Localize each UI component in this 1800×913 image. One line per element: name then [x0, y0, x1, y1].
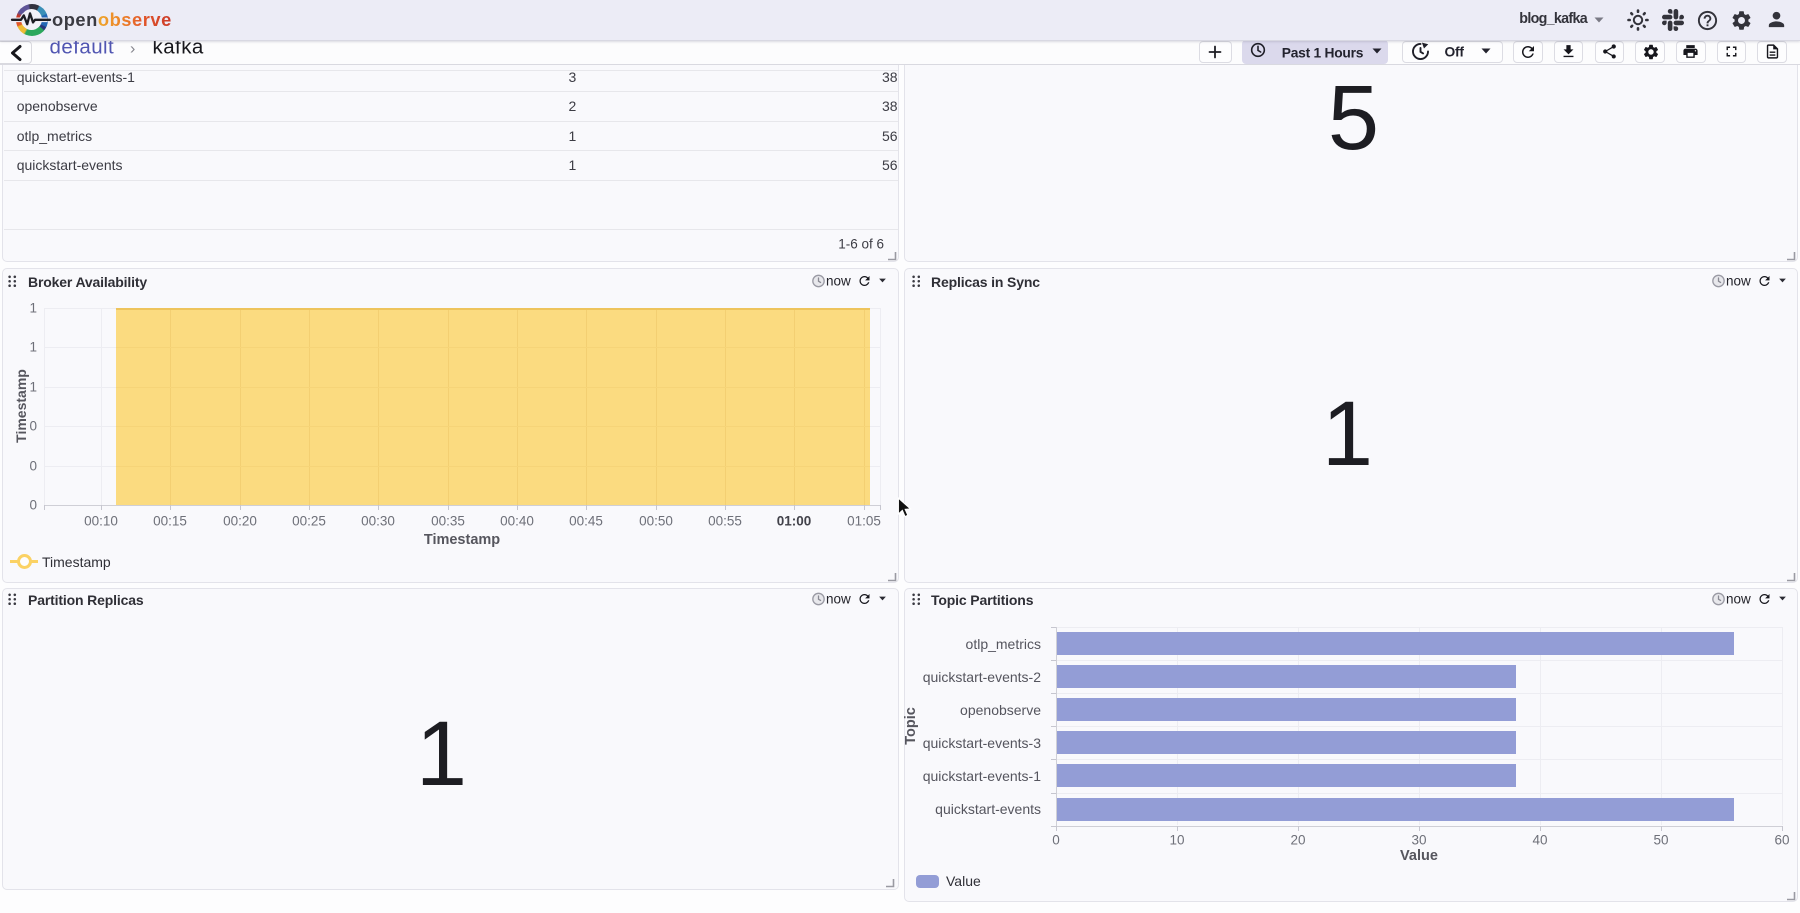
svg-text:›: ›	[130, 41, 135, 58]
svg-text:default: default	[50, 41, 115, 59]
svg-text:kafka: kafka	[153, 41, 204, 59]
